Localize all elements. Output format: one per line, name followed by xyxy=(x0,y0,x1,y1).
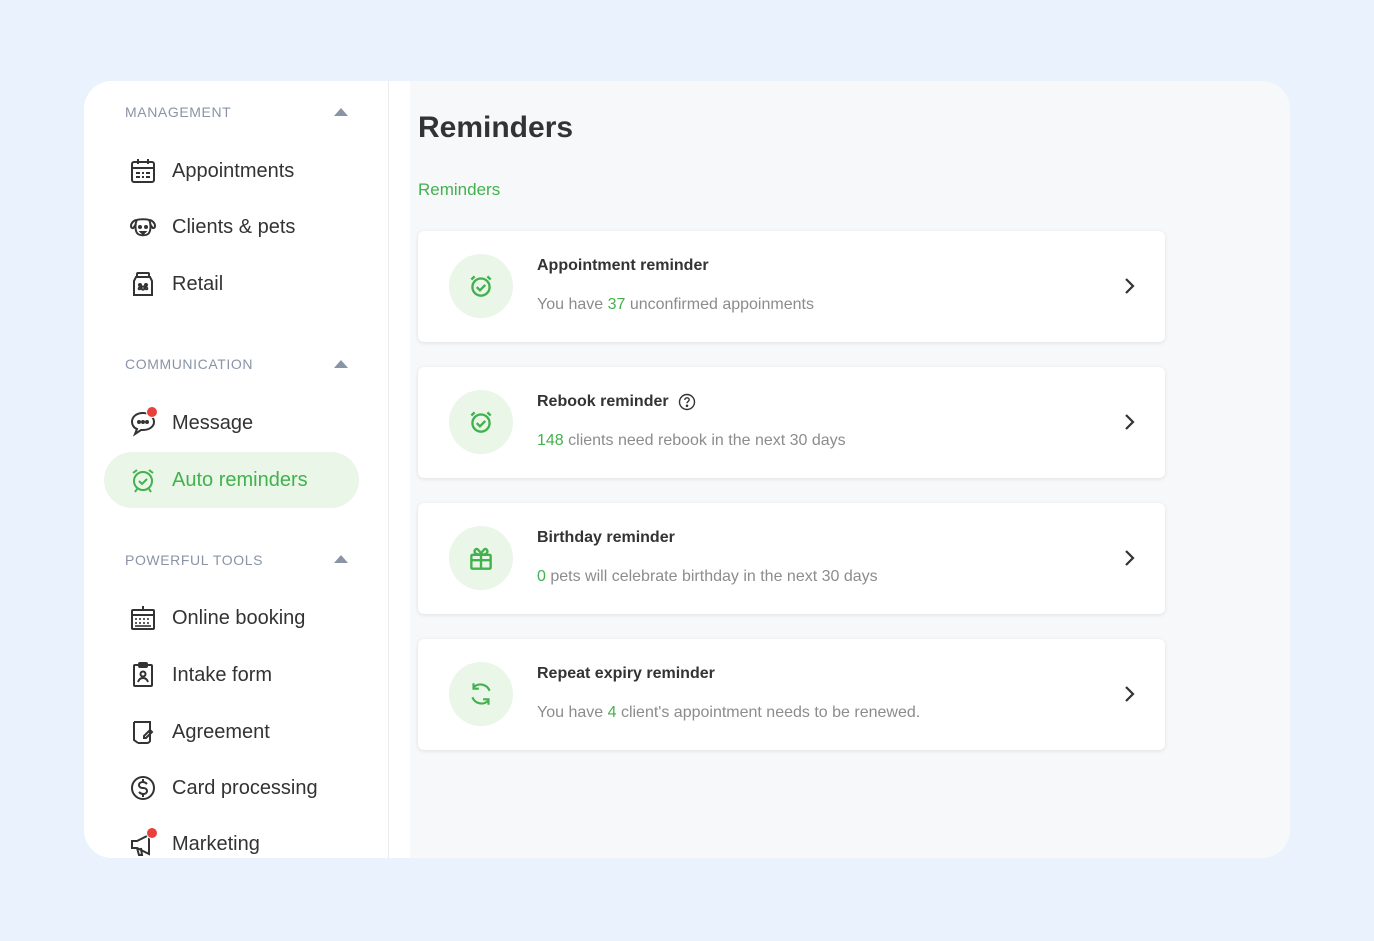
collapse-communication-caret-icon[interactable] xyxy=(334,360,348,368)
document-sign-icon xyxy=(128,717,158,747)
sidebar-item-card-processing[interactable]: Card processing xyxy=(104,760,359,816)
sidebar-scrollbar[interactable] xyxy=(388,81,390,858)
calendar-icon xyxy=(128,156,158,186)
app-window: MANAGEMENT Appointments Clients & pets R… xyxy=(84,81,1290,858)
sidebar-item-marketing[interactable]: Marketing xyxy=(104,816,359,858)
gift-icon xyxy=(449,526,513,590)
sidebar-item-online-booking[interactable]: Online booking xyxy=(104,590,359,646)
dollar-circle-icon xyxy=(128,773,158,803)
card-title: Birthday reminder xyxy=(537,529,675,547)
megaphone-icon xyxy=(128,827,158,858)
sidebar-item-agreement[interactable]: Agreement xyxy=(104,704,359,760)
collapse-management-caret-icon[interactable] xyxy=(334,108,348,116)
sidebar-item-auto-reminders[interactable]: Auto reminders xyxy=(104,452,359,508)
card-description: You have 4 client's appointment needs to… xyxy=(537,704,920,722)
sidebar-item-label: Message xyxy=(172,411,254,434)
desc-prefix: You have xyxy=(537,704,608,721)
section-heading-communication: COMMUNICATION xyxy=(125,356,254,372)
page-title: Reminders xyxy=(418,111,574,144)
jar-icon xyxy=(128,269,158,299)
sidebar-item-label: Retail xyxy=(172,272,224,295)
rebook-reminder-card[interactable]: Rebook reminder 148 clients need rebook … xyxy=(418,367,1165,478)
desc-count: 148 xyxy=(537,432,564,449)
refresh-icon xyxy=(449,662,513,726)
section-heading-powerful-tools: POWERFUL TOOLS xyxy=(125,552,264,568)
desc-count: 4 xyxy=(607,704,617,721)
chevron-right-icon xyxy=(1125,278,1135,294)
desc-prefix: You have xyxy=(537,296,608,313)
sidebar-item-appointments[interactable]: Appointments xyxy=(104,143,359,199)
card-title: Rebook reminder xyxy=(537,393,696,411)
sidebar-item-label: Card processing xyxy=(172,776,318,799)
question-circle-icon[interactable] xyxy=(678,393,696,411)
alarm-clock-icon xyxy=(449,390,513,454)
chat-bubble-icon xyxy=(128,406,158,438)
sidebar-item-retail[interactable]: Retail xyxy=(104,256,359,312)
breadcrumb[interactable]: Reminders xyxy=(418,180,500,200)
desc-suffix: client's appointment needs to be renewed… xyxy=(616,704,921,721)
sidebar-item-label: Online booking xyxy=(172,606,306,629)
repeat-expiry-reminder-card[interactable]: Repeat expiry reminder You have 4 client… xyxy=(418,639,1165,750)
desc-suffix: unconfirmed appoinments xyxy=(625,296,814,313)
birthday-reminder-card[interactable]: Birthday reminder 0 pets will celebrate … xyxy=(418,503,1165,614)
card-description: 148 clients need rebook in the next 30 d… xyxy=(537,432,846,450)
alarm-clock-icon xyxy=(128,465,158,495)
clipboard-user-icon xyxy=(128,660,158,690)
desc-count: 37 xyxy=(607,296,626,313)
desc-count: 0 xyxy=(537,568,546,585)
alarm-clock-icon xyxy=(449,254,513,318)
sidebar-item-intake-form[interactable]: Intake form xyxy=(104,647,359,703)
sidebar-item-label: Appointments xyxy=(172,159,295,182)
scrollbar-track[interactable] xyxy=(388,81,390,858)
sidebar-item-label: Auto reminders xyxy=(172,468,308,491)
card-title-text: Repeat expiry reminder xyxy=(537,665,715,682)
desc-suffix: pets will celebrate birthday in the next… xyxy=(545,568,878,585)
section-heading-management: MANAGEMENT xyxy=(125,104,232,120)
card-description: You have 37 unconfirmed appoinments xyxy=(537,296,814,314)
sidebar-item-label: Clients & pets xyxy=(172,215,296,238)
card-title: Appointment reminder xyxy=(537,257,709,275)
sidebar-item-label: Intake form xyxy=(172,663,273,686)
chevron-right-icon xyxy=(1125,550,1135,566)
desc-suffix: clients need rebook in the next 30 days xyxy=(563,432,846,449)
card-title: Repeat expiry reminder xyxy=(537,665,715,683)
sidebar-item-clients-pets[interactable]: Clients & pets xyxy=(104,199,359,255)
appointment-reminder-card[interactable]: Appointment reminder You have 37 unconfi… xyxy=(418,231,1165,342)
chevron-right-icon xyxy=(1125,686,1135,702)
card-title-text: Appointment reminder xyxy=(537,257,709,274)
sidebar-item-message[interactable]: Message xyxy=(104,395,359,451)
collapse-powerful-tools-caret-icon[interactable] xyxy=(334,555,348,563)
notification-dot xyxy=(146,827,158,839)
card-title-text: Rebook reminder xyxy=(537,393,669,410)
sidebar: MANAGEMENT Appointments Clients & pets R… xyxy=(84,81,390,858)
main-content: Reminders Reminders Appointment reminder… xyxy=(410,81,1290,858)
notification-dot xyxy=(146,406,158,418)
chevron-right-icon xyxy=(1125,414,1135,430)
calendar-grid-icon xyxy=(128,603,158,633)
sidebar-item-label: Agreement xyxy=(172,720,270,743)
dog-icon xyxy=(128,212,158,242)
card-description: 0 pets will celebrate birthday in the ne… xyxy=(537,568,878,586)
card-title-text: Birthday reminder xyxy=(537,529,675,546)
sidebar-item-label: Marketing xyxy=(172,832,260,855)
